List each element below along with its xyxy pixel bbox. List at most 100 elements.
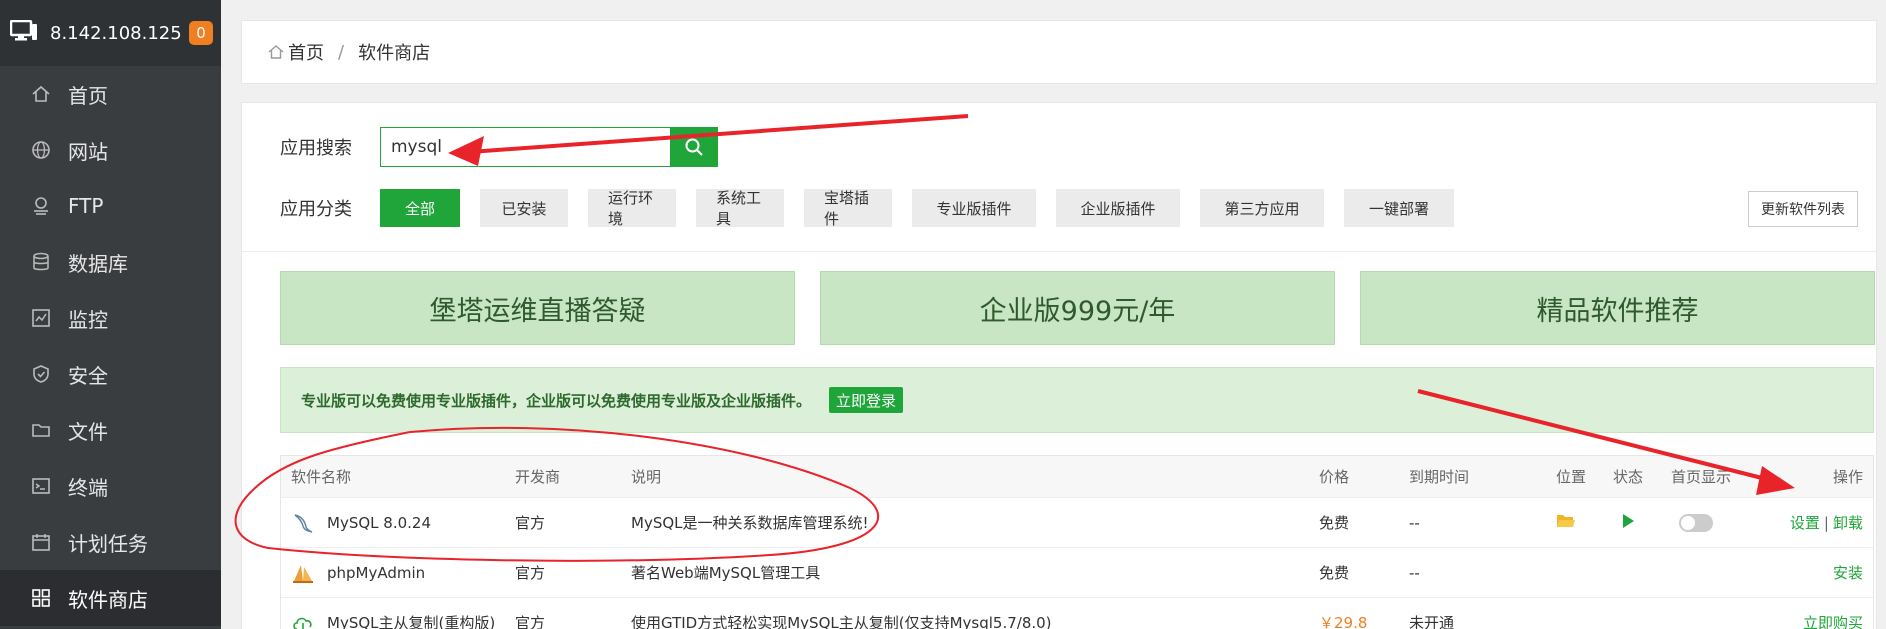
search-label: 应用搜索 [280,138,352,159]
store-panel: 应用搜索 mysql 应用分类 全部 已安装 运行环境 系统工具 宝塔插件 专业… [241,102,1877,629]
refresh-software-list-button[interactable]: 更新软件列表 [1748,191,1858,227]
divider [242,251,1876,252]
sidebar-item-monitor[interactable]: 监控 [0,290,221,346]
banner-live-qa[interactable]: 堡塔运维直播答疑 [280,271,795,345]
category-third-party[interactable]: 第三方应用 [1200,189,1324,227]
app-name[interactable]: MySQL主从复制(重构版) [327,612,495,629]
buy-now-link[interactable]: 立即购买 [1803,612,1863,629]
app-desc: 著名Web端MySQL管理工具 [631,564,821,582]
breadcrumb-home-link[interactable]: 首页 [288,39,324,65]
globe-icon [30,139,52,161]
sidebar-item-ftp[interactable]: FTP [0,178,221,234]
app-desc: MySQL是一种关系数据库管理系统! [631,514,869,532]
col-home-display: 首页显示 [1671,468,1732,486]
breadcrumb: 首页 / 软件商店 [241,20,1877,84]
notification-badge[interactable]: 0 [189,21,213,45]
sidebar-item-label: 网站 [68,139,108,164]
sidebar-item-cron[interactable]: 计划任务 [0,514,221,570]
sidebar-item-store[interactable]: 软件商店 [0,570,221,626]
terminal-icon [30,475,52,497]
sidebar-item-label: 数据库 [68,251,128,276]
mysql-logo-icon [291,511,315,535]
pro-notice: 专业版可以免费使用专业版插件，企业版可以免费使用专业版及企业版插件。 立即登录 [280,367,1874,433]
sidebar-item-terminal[interactable]: 终端 [0,458,221,514]
category-all[interactable]: 全部 [380,189,460,227]
app-desc: 使用GTID方式轻松实现MySQL主从复制(仅支持Mysql5.7/8.0) [631,614,1052,629]
banner-enterprise[interactable]: 企业版999元/年 [820,271,1335,345]
ftp-icon [30,195,52,217]
software-table: 软件名称 开发商 说明 价格 到期时间 位置 状态 首页显示 操作 MySQL … [280,455,1874,629]
notice-text: 专业版可以免费使用专业版插件，企业版可以免费使用专业版及企业版插件。 [301,391,812,410]
sidebar-item-database[interactable]: 数据库 [0,234,221,290]
uninstall-link[interactable]: 卸载 [1833,514,1863,532]
category-pro-plugins[interactable]: 专业版插件 [912,189,1036,227]
category-label: 应用分类 [280,199,352,220]
app-price: ￥29.8 [1319,614,1368,629]
col-price: 价格 [1319,468,1350,486]
main-content: 首页 / 软件商店 应用搜索 mysql 应用分类 全部 已安装 运行环境 系统… [221,0,1886,629]
table-row: MySQL主从复制(重构版) 官方 使用GTID方式轻松实现MySQL主从复制(… [281,598,1873,629]
settings-link[interactable]: 设置 [1790,514,1820,532]
table-row: MySQL 8.0.24 官方 MySQL是一种关系数据库管理系统! 免费 -- [281,498,1873,548]
sidebar: 8.142.108.125 0 首页 网站 FTP 数据库 监控 安全 文件 终… [0,0,221,629]
category-runtime[interactable]: 运行环境 [588,189,676,228]
col-state: 状态 [1613,468,1644,486]
col-operation: 操作 [1832,468,1863,486]
app-expire: -- [1409,563,1420,582]
app-name-cell: phpMyAdmin [291,561,425,585]
app-price: 免费 [1319,514,1350,532]
sidebar-item-label: 文件 [68,419,108,444]
sidebar-item-label: 监控 [68,307,108,332]
action-separator: | [1823,514,1829,532]
banner-recommended[interactable]: 精品软件推荐 [1360,271,1875,345]
category-row: 应用分类 全部 已安装 运行环境 系统工具 宝塔插件 专业版插件 企业版插件 第… [280,189,1474,228]
category-enterprise-plugins[interactable]: 企业版插件 [1056,189,1180,227]
app-name[interactable]: MySQL 8.0.24 [327,514,431,532]
col-expire: 到期时间 [1409,468,1470,486]
cloud-sync-icon [291,611,315,629]
home-display-toggle[interactable] [1679,513,1713,532]
table-row: phpMyAdmin 官方 著名Web端MySQL管理工具 免费 -- 安装 [281,548,1873,598]
breadcrumb-separator: / [338,41,345,63]
install-link[interactable]: 安装 [1833,562,1863,583]
sidebar-item-security[interactable]: 安全 [0,346,221,402]
server-header: 8.142.108.125 0 [0,0,221,66]
search-button[interactable] [670,127,718,167]
phpmyadmin-logo-icon [291,561,315,585]
sidebar-item-label: 首页 [68,83,108,108]
category-installed[interactable]: 已安装 [480,189,568,227]
search-row: 应用搜索 mysql [280,127,718,167]
table-header: 软件名称 开发商 说明 价格 到期时间 位置 状态 首页显示 操作 [281,456,1873,498]
app-expire: -- [1409,513,1420,532]
sidebar-item-label: 安全 [68,363,108,388]
category-bt-plugins[interactable]: 宝塔插件 [804,189,892,228]
app-name-cell: MySQL主从复制(重构版) [291,611,495,629]
sidebar-item-home[interactable]: 首页 [0,66,221,122]
app-dev: 官方 [515,564,546,582]
sidebar-item-website[interactable]: 网站 [0,122,221,178]
category-system-tools[interactable]: 系统工具 [696,189,784,228]
app-dev: 官方 [515,614,546,629]
search-input[interactable]: mysql [380,127,670,167]
search-icon [684,137,704,157]
breadcrumb-current: 软件商店 [358,43,431,64]
home-icon [268,44,284,60]
sidebar-item-files[interactable]: 文件 [0,402,221,458]
play-icon[interactable] [1621,513,1635,533]
login-button[interactable]: 立即登录 [829,387,904,413]
col-dev: 开发商 [515,468,561,486]
monitor-screen-icon [9,19,38,46]
database-icon [30,251,52,273]
folder-icon [30,419,52,441]
row-actions: 设置 | 卸载 [1790,512,1863,533]
sidebar-item-label: 终端 [68,475,108,500]
monitor-icon [30,307,52,329]
sidebar-item-label: FTP [68,194,104,218]
app-name[interactable]: phpMyAdmin [327,564,425,582]
app-expire: 未开通 [1409,614,1455,629]
banner-row: 堡塔运维直播答疑 企业版999元/年 精品软件推荐 [280,271,1875,345]
shield-icon [30,363,52,385]
category-one-click-deploy[interactable]: 一键部署 [1344,189,1454,227]
home-icon [30,83,52,105]
open-folder-icon[interactable] [1556,513,1576,533]
